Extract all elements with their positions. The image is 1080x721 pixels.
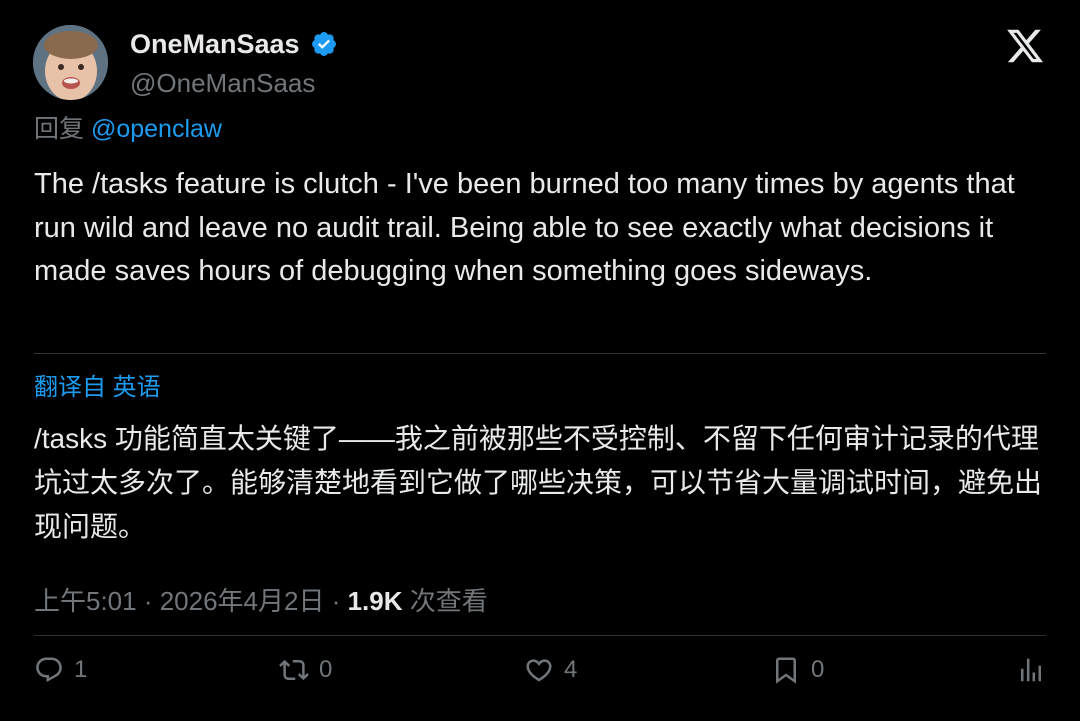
tweet-text: The /tasks feature is clutch - I've been… <box>34 168 1015 287</box>
timestamp[interactable]: 上午5:01 · 2026年4月2日 · <box>34 586 348 616</box>
divider <box>34 353 1046 354</box>
x-logo-icon[interactable] <box>1005 26 1045 66</box>
author-display-name[interactable]: OneManSaas <box>130 26 300 62</box>
reply-mention-link[interactable]: @openclaw <box>91 115 222 143</box>
divider <box>34 635 1046 636</box>
analytics-button[interactable] <box>1016 648 1046 692</box>
heart-icon <box>526 659 552 682</box>
bookmark-icon <box>776 657 796 684</box>
views-label: 次查看 <box>402 586 488 616</box>
verified-badge-icon <box>310 30 338 58</box>
translation-label-link[interactable]: 翻译自 英语 <box>34 371 161 405</box>
views-count: 1.9K <box>347 586 403 616</box>
avatar[interactable] <box>33 25 108 100</box>
translated-text: /tasks 功能简直太关键了——我之前被那些不受控制、不留下任何审计记录的代理… <box>34 423 1043 542</box>
analytics-icon <box>1021 658 1041 682</box>
repost-button[interactable]: 0 <box>279 648 332 692</box>
action-bar: 1 0 4 0 <box>34 648 1046 692</box>
reply-count: 1 <box>74 656 88 683</box>
like-button[interactable]: 4 <box>524 648 577 692</box>
reply-button[interactable]: 1 <box>34 648 87 692</box>
bookmark-button[interactable]: 0 <box>771 648 824 692</box>
bookmark-count: 0 <box>811 656 825 683</box>
avatar-image <box>33 25 108 100</box>
tweet-meta: 上午5:01 · 2026年4月2日 · 1.9K 次查看 <box>34 583 488 619</box>
reply-icon <box>36 657 62 683</box>
repost-count: 0 <box>319 656 333 683</box>
repost-icon <box>279 659 309 681</box>
author-handle[interactable]: @OneManSaas <box>130 66 315 100</box>
reply-context: 回复 @openclaw <box>34 112 222 146</box>
reply-prefix: 回复 <box>34 115 85 143</box>
author-name-row[interactable]: OneManSaas <box>130 26 338 62</box>
like-count: 4 <box>564 656 578 683</box>
